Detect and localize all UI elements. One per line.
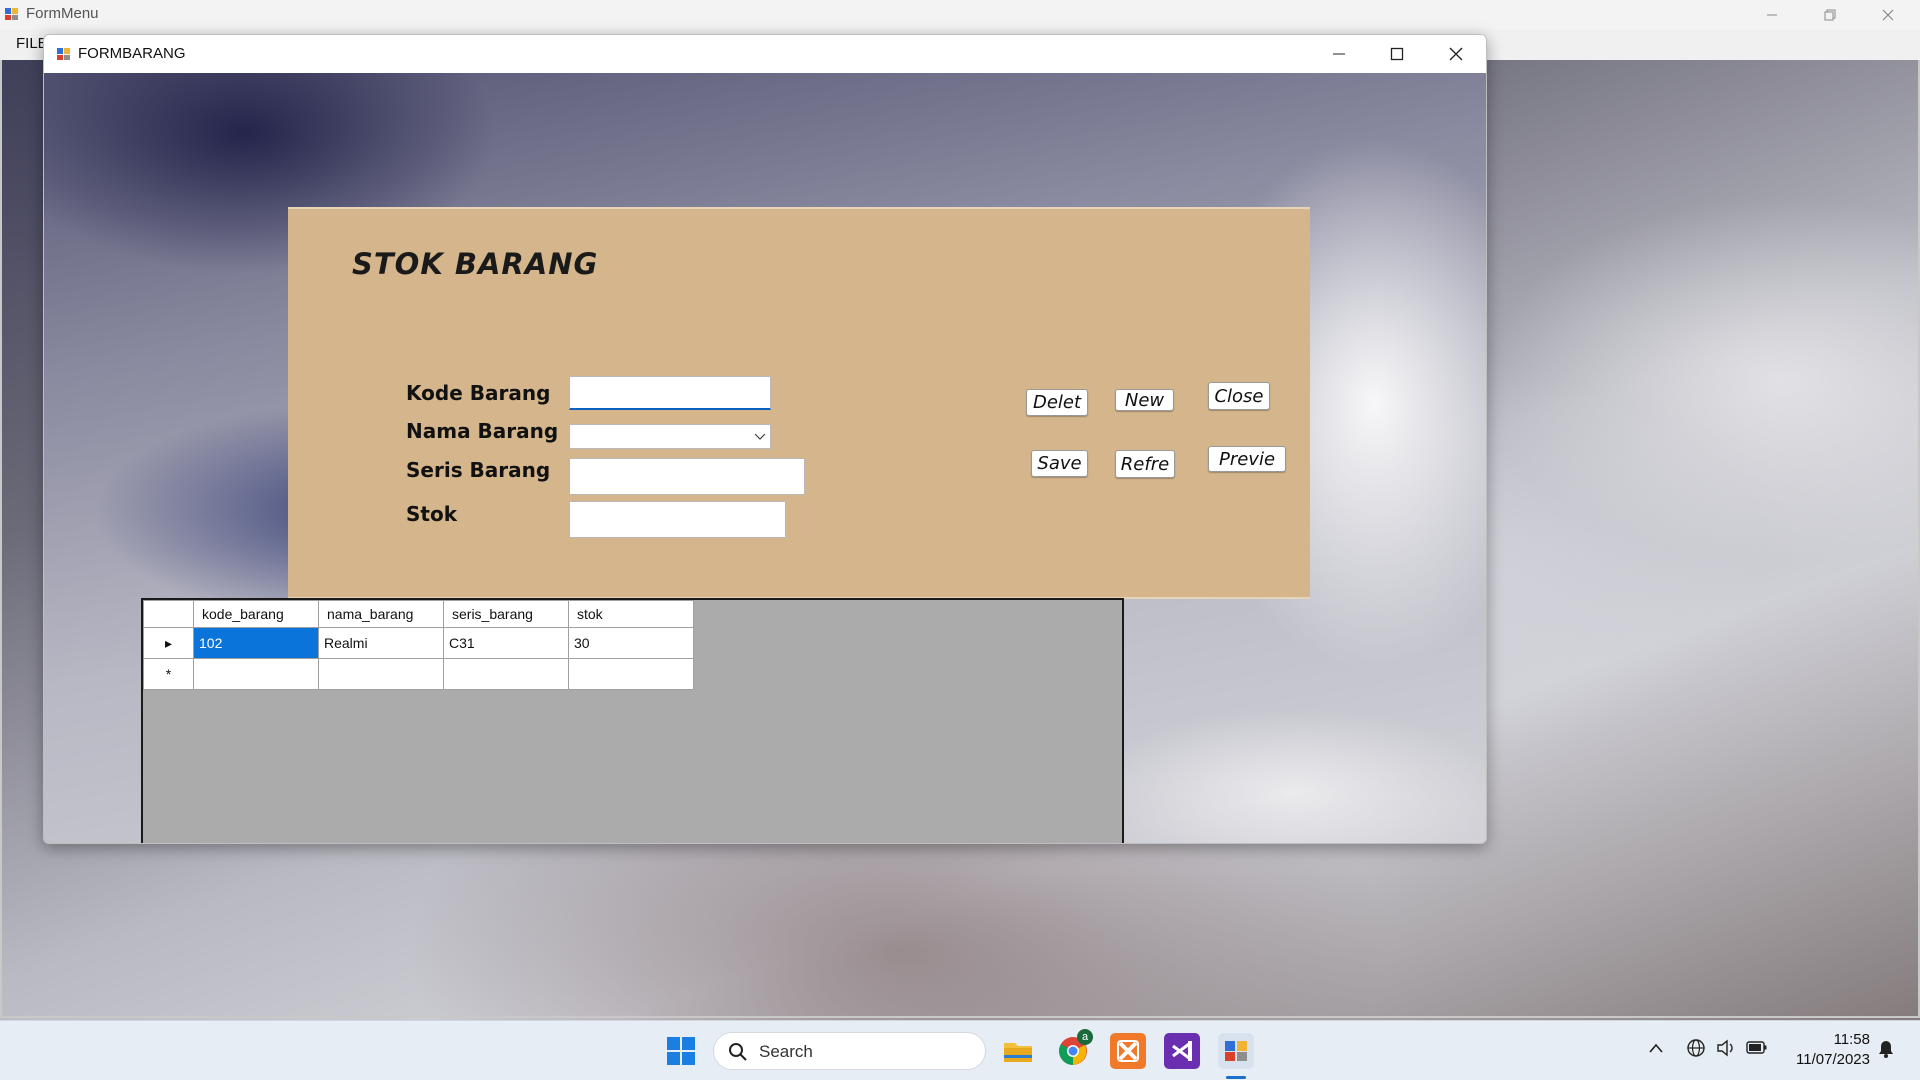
close-icon [1882, 9, 1894, 20]
xampp-taskbar-icon[interactable] [1110, 1033, 1146, 1069]
battery-button[interactable] [1746, 1040, 1768, 1061]
kode-barang-label: Kode Barang [406, 381, 551, 405]
parent-window-title: FormMenu [26, 5, 99, 22]
parent-close-button[interactable] [1859, 0, 1917, 29]
data-grid[interactable]: kode_barang nama_barang seris_barang sto… [141, 598, 1124, 843]
table-cell[interactable]: 102 [193, 627, 319, 659]
start-button[interactable] [663, 1033, 699, 1069]
winforms-app-icon [1225, 1041, 1247, 1061]
parent-minimize-button[interactable] [1743, 0, 1801, 29]
folder-icon [1004, 1043, 1032, 1062]
column-header-kode-barang[interactable]: kode_barang [193, 600, 319, 628]
seris-barang-label: Seris Barang [406, 458, 551, 482]
clock-time: 11:58 [1833, 1031, 1870, 1048]
child-minimize-button[interactable] [1310, 35, 1368, 73]
table-cell[interactable] [443, 658, 569, 690]
search-placeholder: Search [759, 1042, 813, 1061]
table-header-row: kode_barang nama_barang seris_barang sto… [143, 600, 694, 628]
formbarang-window: FORMBARANG STOK BARANG Kode Barang Nama … [43, 34, 1487, 844]
child-window-title: FORMBARANG [78, 45, 186, 62]
form-icon [56, 46, 72, 62]
volume-button[interactable] [1716, 1038, 1736, 1063]
input-panel: STOK BARANG Kode Barang Nama Barang Seri… [288, 207, 1310, 599]
child-close-button[interactable] [1426, 35, 1486, 73]
battery-icon [1746, 1041, 1767, 1054]
new-row[interactable]: * [143, 658, 694, 690]
form-body: STOK BARANG Kode Barang Nama Barang Seri… [44, 73, 1486, 843]
desktop-background: FormMenu FILE FORMBARANG STOK BARANG Kod… [0, 0, 1920, 1080]
delete-button[interactable]: Delet [1026, 389, 1088, 416]
kode-barang-input[interactable] [569, 376, 771, 410]
stok-input[interactable] [569, 501, 786, 538]
column-header-seris-barang[interactable]: seris_barang [443, 600, 569, 628]
new-row-indicator: * [143, 658, 194, 690]
child-maximize-button[interactable] [1368, 35, 1426, 73]
bell-icon [1879, 1041, 1893, 1058]
save-button[interactable]: Save [1031, 450, 1088, 477]
show-hidden-icons-button[interactable] [1648, 1041, 1664, 1059]
taskbar: Search a 11:58 11/07/2023 [0, 1020, 1920, 1080]
visual-studio-taskbar-icon[interactable] [1164, 1033, 1200, 1069]
parent-title-bar: FormMenu [0, 0, 1920, 29]
file-explorer-taskbar-icon[interactable] [1000, 1033, 1036, 1069]
data-table: kode_barang nama_barang seris_barang sto… [143, 600, 694, 690]
close-button[interactable]: Close [1208, 382, 1270, 410]
notifications-button[interactable] [1876, 1039, 1896, 1064]
table-cell[interactable] [318, 658, 444, 690]
nama-barang-combobox[interactable] [569, 424, 771, 449]
page-title: STOK BARANG [352, 247, 599, 281]
windows-logo-icon [667, 1037, 695, 1065]
child-title-bar[interactable]: FORMBARANG [44, 35, 1486, 73]
close-icon [1449, 47, 1463, 61]
minimize-icon [1767, 14, 1777, 15]
table-cell[interactable]: Realmi [318, 627, 444, 659]
seris-barang-input[interactable] [569, 458, 805, 495]
table-cell[interactable]: 30 [568, 627, 694, 659]
clock-date: 11/07/2023 [1796, 1051, 1870, 1068]
refresh-button[interactable]: Refre [1115, 450, 1175, 478]
clock[interactable]: 11:58 11/07/2023 [1780, 1030, 1870, 1070]
current-row-indicator[interactable]: ▸ [143, 627, 194, 659]
chevron-up-icon [1649, 1043, 1663, 1053]
table-row[interactable]: ▸ 102 Realmi C31 30 [143, 627, 694, 659]
maximize-icon [1390, 47, 1404, 61]
globe-icon [1687, 1039, 1705, 1057]
row-header-corner [143, 600, 194, 628]
stok-label: Stok [406, 502, 458, 526]
taskbar-search[interactable]: Search [713, 1032, 986, 1070]
speaker-icon [1717, 1039, 1733, 1057]
active-app-indicator [1226, 1076, 1246, 1079]
column-header-stok[interactable]: stok [568, 600, 694, 628]
xampp-icon [1117, 1040, 1139, 1062]
nama-barang-label: Nama Barang [406, 419, 559, 443]
table-cell[interactable]: C31 [443, 627, 569, 659]
search-icon [729, 1043, 747, 1061]
network-button[interactable] [1686, 1038, 1706, 1063]
chrome-taskbar-icon[interactable]: a [1055, 1029, 1093, 1069]
table-cell[interactable] [568, 658, 694, 690]
new-button[interactable]: New [1115, 389, 1174, 411]
table-cell[interactable] [193, 658, 319, 690]
visual-studio-icon [1172, 1041, 1192, 1061]
app-icon [4, 6, 20, 22]
column-header-nama-barang[interactable]: nama_barang [318, 600, 444, 628]
chevron-down-icon [754, 433, 766, 440]
chrome-profile-badge: a [1077, 1029, 1093, 1045]
minimize-icon [1333, 53, 1345, 55]
restore-icon [1824, 9, 1836, 20]
preview-button[interactable]: Previe [1208, 446, 1286, 472]
parent-restore-button[interactable] [1801, 0, 1859, 29]
formmenu-taskbar-icon[interactable] [1218, 1033, 1254, 1069]
